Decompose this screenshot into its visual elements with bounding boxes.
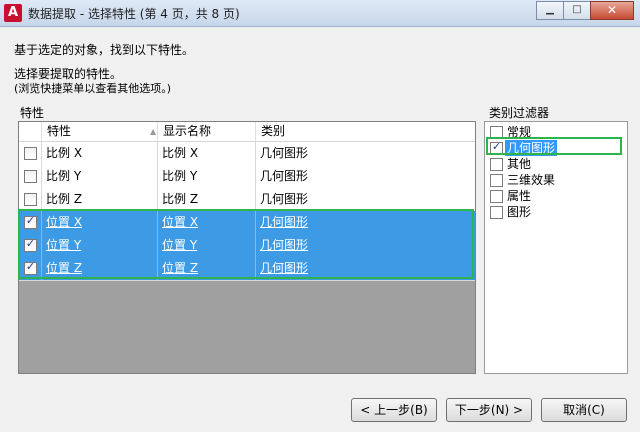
row-checkbox-cell bbox=[19, 188, 42, 211]
display-name-cell[interactable]: 比例 X bbox=[158, 142, 256, 165]
next-button[interactable]: 下一步(N) > bbox=[446, 398, 532, 422]
table-row[interactable]: 比例 Y 比例 Y 几何图形 bbox=[19, 165, 475, 189]
category-cell: 几何图形 bbox=[260, 169, 309, 183]
row-checkbox[interactable] bbox=[24, 193, 37, 206]
property-cell: 比例 X bbox=[42, 142, 158, 165]
table-row[interactable]: ✓ 位置 X 位置 X 几何图形 bbox=[19, 211, 475, 235]
row-checkbox[interactable]: ✓ bbox=[24, 237, 37, 252]
filter-checkbox[interactable] bbox=[490, 206, 503, 219]
instruction-hint: (浏览快捷菜单以查看其他选项。) bbox=[14, 82, 172, 95]
autocad-logo-icon: A bbox=[4, 4, 22, 22]
row-checkbox[interactable]: ✓ bbox=[24, 260, 37, 275]
instruction-found: 基于选定的对象，找到以下特性。 bbox=[14, 43, 195, 57]
display-name-cell[interactable]: 比例 Z bbox=[158, 188, 256, 211]
window-controls: ▁ □ ✕ bbox=[536, 1, 634, 20]
category-cell: 几何图形 bbox=[260, 261, 309, 275]
category-cell: 几何图形 bbox=[260, 215, 309, 229]
row-checkbox-cell: ✓ bbox=[19, 211, 42, 234]
properties-grid[interactable]: 特性 ▲ 显示名称 类别 比例 X 比例 X 几何图形 比例 Y 比例 Y 几何图形 比例 … bbox=[18, 121, 476, 374]
table-row[interactable]: 比例 X 比例 X 几何图形 bbox=[19, 142, 475, 166]
back-button[interactable]: < 上一步(B) bbox=[351, 398, 437, 422]
property-cell: 比例 Z bbox=[42, 188, 158, 211]
filter-item-label: 三维效果 bbox=[507, 173, 556, 187]
property-cell: 位置 Y bbox=[42, 234, 158, 257]
display-name-cell[interactable]: 位置 Z bbox=[158, 257, 256, 280]
header-category-label: 类别 bbox=[261, 124, 286, 138]
row-checkbox-cell bbox=[19, 165, 42, 188]
category-filter-list[interactable]: 常规 ✓ 几何图形 其他 三维效果 属性 图形 bbox=[484, 121, 628, 374]
table-row[interactable]: ✓ 位置 Y 位置 Y 几何图形 bbox=[19, 234, 475, 258]
table-row[interactable]: 比例 Z 比例 Z 几何图形 bbox=[19, 188, 475, 212]
checkmark-icon: ✓ bbox=[25, 214, 36, 227]
table-row[interactable]: ✓ 位置 Z 位置 Z 几何图形 bbox=[19, 257, 475, 281]
filter-item[interactable]: 属性 bbox=[488, 188, 623, 204]
maximize-button[interactable]: □ bbox=[563, 1, 591, 20]
row-checkbox[interactable]: ✓ bbox=[24, 214, 37, 229]
header-checkbox-column bbox=[19, 122, 42, 141]
filter-item[interactable]: 图形 bbox=[488, 204, 623, 220]
filter-item[interactable]: 三维效果 bbox=[488, 172, 623, 188]
maximize-icon: □ bbox=[572, 4, 582, 15]
display-name-cell[interactable]: 位置 Y bbox=[158, 234, 256, 257]
sort-ascending-icon: ▲ bbox=[150, 127, 157, 136]
minimize-button[interactable]: ▁ bbox=[536, 1, 564, 20]
property-cell: 比例 Y bbox=[42, 165, 158, 188]
filter-highlight-outline bbox=[486, 137, 622, 155]
cancel-button[interactable]: 取消(C) bbox=[541, 398, 627, 422]
title-bar: A 数据提取 - 选择特性 (第 4 页，共 8 页) ▁ □ ✕ bbox=[0, 0, 640, 27]
header-property-label: 特性 bbox=[47, 124, 72, 138]
property-cell: 位置 Z bbox=[42, 257, 158, 280]
category-cell: 几何图形 bbox=[260, 146, 309, 160]
category-cell: 几何图形 bbox=[260, 192, 309, 206]
filter-checkbox[interactable] bbox=[490, 190, 503, 203]
row-checkbox-cell bbox=[19, 142, 42, 165]
filter-checkbox[interactable] bbox=[490, 174, 503, 187]
close-icon: ✕ bbox=[606, 3, 618, 17]
header-display-name[interactable]: 显示名称 bbox=[158, 122, 256, 141]
filter-item[interactable]: 其他 bbox=[488, 156, 623, 172]
minimize-icon: ▁ bbox=[546, 4, 554, 15]
checkmark-icon: ✓ bbox=[25, 260, 36, 273]
display-name-cell[interactable]: 位置 X bbox=[158, 211, 256, 234]
properties-label: 特性 bbox=[20, 106, 45, 120]
header-display-name-label: 显示名称 bbox=[163, 124, 212, 138]
close-button[interactable]: ✕ bbox=[590, 1, 634, 20]
checkmark-icon: ✓ bbox=[25, 237, 36, 250]
row-checkbox[interactable] bbox=[24, 147, 37, 160]
row-checkbox-cell: ✓ bbox=[19, 257, 42, 280]
grid-header: 特性 ▲ 显示名称 类别 bbox=[19, 122, 475, 142]
property-cell: 位置 X bbox=[42, 211, 158, 234]
category-filter-label: 类别过滤器 bbox=[489, 106, 550, 120]
row-checkbox-cell: ✓ bbox=[19, 234, 42, 257]
header-property[interactable]: 特性 ▲ bbox=[42, 122, 158, 141]
display-name-cell[interactable]: 比例 Y bbox=[158, 165, 256, 188]
filter-item-label: 其他 bbox=[507, 157, 532, 171]
header-category[interactable]: 类别 bbox=[256, 122, 475, 141]
filter-item-label: 图形 bbox=[507, 205, 532, 219]
window-title: 数据提取 - 选择特性 (第 4 页，共 8 页) bbox=[28, 7, 240, 21]
filter-checkbox[interactable] bbox=[490, 158, 503, 171]
category-cell: 几何图形 bbox=[260, 238, 309, 252]
filter-item-label: 属性 bbox=[507, 189, 532, 203]
row-checkbox[interactable] bbox=[24, 170, 37, 183]
